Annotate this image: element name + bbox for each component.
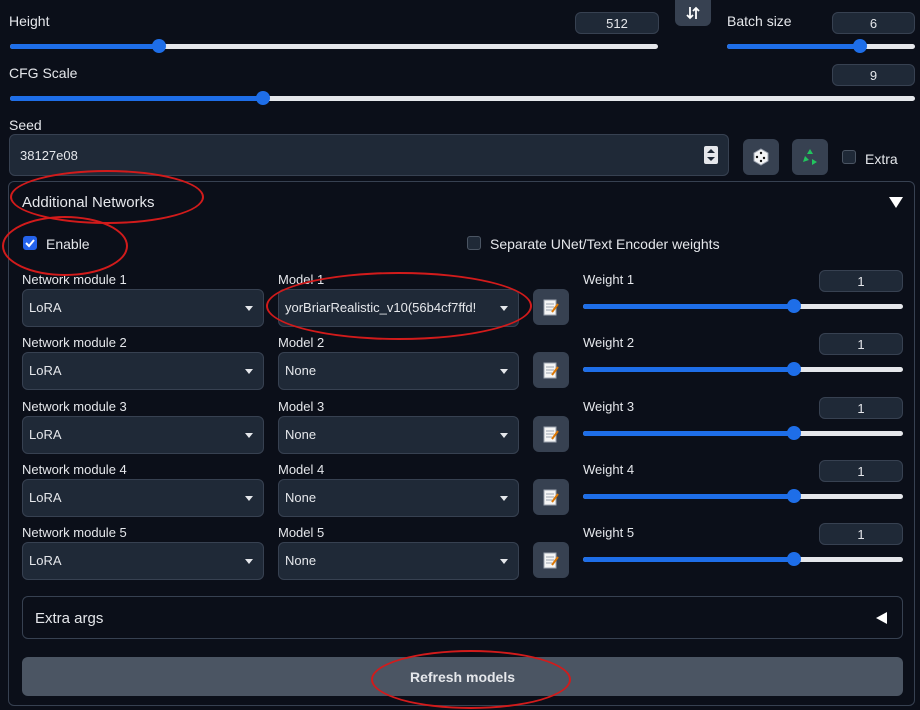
network-module-label: Network module 5: [22, 525, 127, 540]
network-module-value: LoRA: [29, 363, 62, 378]
network-module-dropdown[interactable]: LoRA: [22, 289, 264, 327]
model-value: None: [285, 363, 317, 378]
network-module-label: Network module 4: [22, 462, 127, 477]
weight-slider[interactable]: [583, 298, 903, 314]
notepad-icon: [543, 426, 559, 443]
additional-networks-title[interactable]: Additional Networks: [22, 194, 155, 211]
checkmark-icon: [25, 239, 35, 248]
weight-label: Weight 3: [583, 399, 635, 414]
network-module-label: Network module 3: [22, 399, 127, 414]
weight-label: Weight 2: [583, 335, 635, 350]
dice-icon: [753, 148, 769, 166]
height-slider[interactable]: [10, 38, 658, 54]
collapse-triangle-icon[interactable]: [889, 197, 903, 208]
network-module-value: LoRA: [29, 300, 62, 315]
model-value: yorBriarRealistic_v10(56b4cf7ffd!: [285, 300, 477, 315]
network-module-value: LoRA: [29, 490, 62, 505]
separate-weights-checkbox[interactable]: [467, 236, 481, 250]
refresh-models-label: Refresh models: [409, 668, 516, 685]
recycle-icon: [803, 149, 817, 165]
cfg-scale-slider[interactable]: [10, 90, 915, 106]
network-module-dropdown[interactable]: LoRA: [22, 479, 264, 517]
refresh-models-button[interactable]: Refresh models: [22, 657, 903, 696]
chevron-down-icon: [500, 433, 508, 438]
reuse-seed-button[interactable]: [792, 139, 828, 175]
model-info-button[interactable]: [533, 479, 569, 515]
model-info-button[interactable]: [533, 416, 569, 452]
chevron-down-icon: [245, 306, 253, 311]
notepad-icon: [543, 552, 559, 569]
network-module-value: LoRA: [29, 427, 62, 442]
weight-number-input[interactable]: 1: [819, 270, 903, 292]
chevron-down-icon: [500, 369, 508, 374]
model-label: Model 3: [278, 399, 325, 414]
swap-vertical-icon: [686, 6, 700, 20]
weight-slider[interactable]: [583, 488, 903, 504]
enable-checkbox[interactable]: [23, 236, 37, 250]
weight-label: Weight 1: [583, 272, 635, 287]
enable-label: Enable: [46, 236, 90, 252]
model-value: None: [285, 490, 317, 505]
notepad-icon: [543, 489, 559, 506]
separate-weights-label: Separate UNet/Text Encoder weights: [490, 236, 720, 252]
chevron-down-icon: [245, 559, 253, 564]
model-info-button[interactable]: [533, 542, 569, 578]
model-dropdown[interactable]: yorBriarRealistic_v10(56b4cf7ffd!: [278, 289, 519, 327]
seed-label: Seed: [9, 117, 42, 133]
chevron-down-icon: [500, 559, 508, 564]
expand-triangle-icon: [876, 612, 887, 624]
network-module-dropdown[interactable]: LoRA: [22, 542, 264, 580]
swap-dimensions-button[interactable]: [675, 0, 711, 26]
network-module-dropdown[interactable]: LoRA: [22, 352, 264, 390]
notepad-icon: [543, 362, 559, 379]
batch-size-label: Batch size: [727, 13, 792, 29]
extra-seed-checkbox[interactable]: [842, 150, 856, 164]
network-module-value: LoRA: [29, 553, 62, 568]
random-seed-button[interactable]: [743, 139, 779, 175]
extra-args-label: Extra args: [35, 610, 104, 627]
weight-slider[interactable]: [583, 361, 903, 377]
model-label: Model 5: [278, 525, 325, 540]
weight-number-input[interactable]: 1: [819, 397, 903, 419]
seed-value: 38127e08: [20, 148, 78, 163]
network-module-dropdown[interactable]: LoRA: [22, 416, 264, 454]
model-info-button[interactable]: [533, 289, 569, 325]
batch-size-number-input[interactable]: 6: [832, 12, 915, 34]
weight-label: Weight 5: [583, 525, 635, 540]
seed-input[interactable]: 38127e08: [9, 134, 729, 176]
weight-number-input[interactable]: 1: [819, 333, 903, 355]
weight-slider[interactable]: [583, 425, 903, 441]
weight-number-input[interactable]: 1: [819, 460, 903, 482]
weight-slider[interactable]: [583, 551, 903, 567]
model-label: Model 1: [278, 272, 325, 287]
cfg-scale-label: CFG Scale: [9, 65, 78, 81]
model-dropdown[interactable]: None: [278, 352, 519, 390]
weight-number-input[interactable]: 1: [819, 523, 903, 545]
notepad-icon: [543, 299, 559, 316]
model-dropdown[interactable]: None: [278, 479, 519, 517]
chevron-down-icon: [245, 433, 253, 438]
model-label: Model 2: [278, 335, 325, 350]
chevron-down-icon: [500, 306, 508, 311]
cfg-scale-number-input[interactable]: 9: [832, 64, 915, 86]
model-value: None: [285, 427, 317, 442]
height-label: Height: [9, 13, 50, 29]
model-info-button[interactable]: [533, 352, 569, 388]
weight-label: Weight 4: [583, 462, 635, 477]
chevron-down-icon: [245, 369, 253, 374]
extra-args-accordion[interactable]: Extra args: [22, 596, 903, 639]
network-module-label: Network module 2: [22, 335, 127, 350]
model-label: Model 4: [278, 462, 325, 477]
model-dropdown[interactable]: None: [278, 416, 519, 454]
height-number-input[interactable]: 512: [575, 12, 659, 34]
model-dropdown[interactable]: None: [278, 542, 519, 580]
model-value: None: [285, 553, 317, 568]
chevron-down-icon: [245, 496, 253, 501]
network-module-label: Network module 1: [22, 272, 127, 287]
seed-stepper[interactable]: [704, 146, 718, 164]
extra-seed-label: Extra: [865, 151, 898, 167]
batch-size-slider[interactable]: [727, 38, 915, 54]
chevron-down-icon: [500, 496, 508, 501]
